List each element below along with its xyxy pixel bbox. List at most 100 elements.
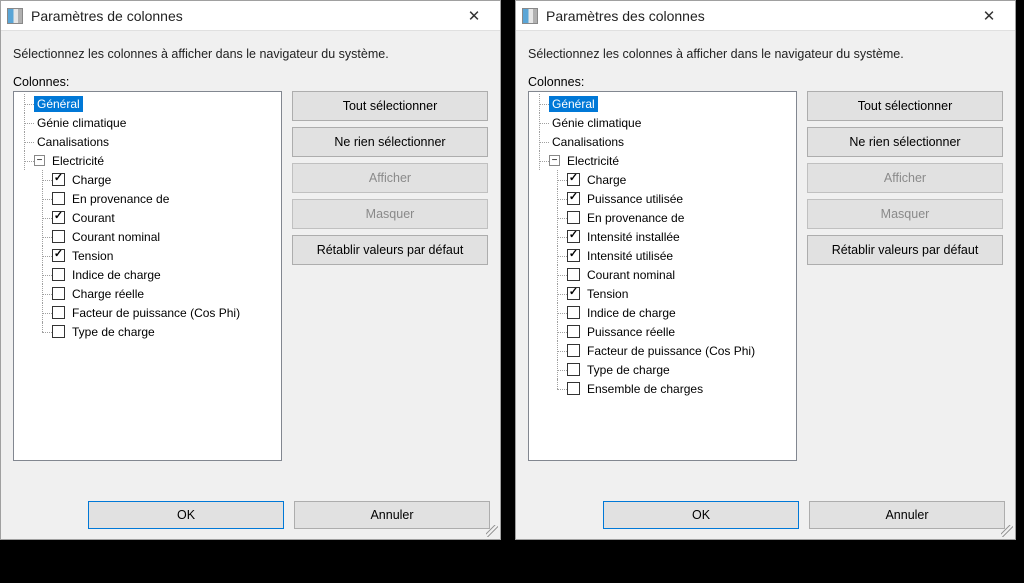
tree-node-label[interactable]: Facteur de puissance (Cos Phi) (584, 343, 758, 359)
tree-node[interactable]: En provenance de (16, 189, 279, 208)
resize-grip[interactable] (486, 525, 498, 537)
tree-checkbox[interactable] (52, 249, 65, 262)
tree-node[interactable]: Charge réelle (16, 284, 279, 303)
tree-node[interactable]: Courant (16, 208, 279, 227)
cancel-button[interactable]: Annuler (294, 501, 490, 529)
select-none-button[interactable]: Ne rien sélectionner (292, 127, 488, 157)
tree-node[interactable]: Général (531, 94, 794, 113)
tree-checkbox[interactable] (52, 306, 65, 319)
tree-node-label[interactable]: En provenance de (69, 191, 172, 207)
tree-checkbox[interactable] (567, 211, 580, 224)
tree-node-label[interactable]: Charge réelle (69, 286, 147, 302)
columns-label: Colonnes: (13, 75, 488, 89)
tree-node-label[interactable]: Puissance réelle (584, 324, 678, 340)
tree-node[interactable]: Facteur de puissance (Cos Phi) (16, 303, 279, 322)
tree-node[interactable]: Général (16, 94, 279, 113)
tree-checkbox[interactable] (567, 306, 580, 319)
tree-node-label[interactable]: Electricité (564, 153, 622, 169)
tree-node-label[interactable]: Charge (584, 172, 629, 188)
tree-node-label[interactable]: Facteur de puissance (Cos Phi) (69, 305, 243, 321)
tree-node-label[interactable]: Canalisations (549, 134, 627, 150)
expander-icon[interactable]: − (549, 155, 560, 166)
tree-node-label[interactable]: Courant nominal (584, 267, 678, 283)
tree-checkbox[interactable] (52, 173, 65, 186)
tree-checkbox[interactable] (567, 173, 580, 186)
tree-node[interactable]: Indice de charge (16, 265, 279, 284)
tree-checkbox[interactable] (567, 382, 580, 395)
tree-checkbox[interactable] (567, 268, 580, 281)
tree-node[interactable]: −Electricité (16, 151, 279, 170)
ok-button[interactable]: OK (88, 501, 284, 529)
tree-node-label[interactable]: Type de charge (584, 362, 673, 378)
cancel-button[interactable]: Annuler (809, 501, 1005, 529)
tree-checkbox[interactable] (567, 325, 580, 338)
tree-node-label[interactable]: En provenance de (584, 210, 687, 226)
tree-node-label[interactable]: Général (549, 96, 598, 112)
tree-node-label[interactable]: Courant nominal (69, 229, 163, 245)
tree-node-label[interactable]: Tension (584, 286, 631, 302)
tree-node[interactable]: Intensité utilisée (531, 246, 794, 265)
tree-node[interactable]: Indice de charge (531, 303, 794, 322)
tree-node[interactable]: Génie climatique (16, 113, 279, 132)
tree-checkbox[interactable] (567, 344, 580, 357)
tree-checkbox[interactable] (567, 287, 580, 300)
tree-node-label[interactable]: Génie climatique (34, 115, 129, 131)
tree-checkbox[interactable] (567, 363, 580, 376)
columns-tree[interactable]: GénéralGénie climatiqueCanalisations−Ele… (13, 91, 282, 461)
tree-checkbox[interactable] (52, 230, 65, 243)
tree-checkbox[interactable] (52, 211, 65, 224)
instruction-text: Sélectionnez les colonnes à afficher dan… (528, 47, 1003, 61)
tree-node[interactable]: Facteur de puissance (Cos Phi) (531, 341, 794, 360)
tree-node-label[interactable]: Type de charge (69, 324, 158, 340)
tree-node-label[interactable]: Puissance utilisée (584, 191, 686, 207)
tree-node-label[interactable]: Intensité utilisée (584, 248, 676, 264)
tree-node[interactable]: Tension (531, 284, 794, 303)
reset-defaults-button[interactable]: Rétablir valeurs par défaut (292, 235, 488, 265)
tree-node-label[interactable]: Courant (69, 210, 118, 226)
tree-checkbox[interactable] (567, 192, 580, 205)
tree-node[interactable]: Canalisations (531, 132, 794, 151)
tree-checkbox[interactable] (52, 287, 65, 300)
tree-node[interactable]: Puissance utilisée (531, 189, 794, 208)
tree-node[interactable]: Charge (531, 170, 794, 189)
resize-grip[interactable] (1001, 525, 1013, 537)
tree-checkbox[interactable] (52, 268, 65, 281)
close-button[interactable]: ✕ (454, 3, 494, 29)
tree-node[interactable]: Ensemble de charges (531, 379, 794, 398)
close-button[interactable]: ✕ (969, 3, 1009, 29)
tree-node[interactable]: Tension (16, 246, 279, 265)
tree-node[interactable]: En provenance de (531, 208, 794, 227)
tree-node[interactable]: Intensité installée (531, 227, 794, 246)
tree-node-label[interactable]: Tension (69, 248, 116, 264)
tree-node-label[interactable]: Indice de charge (584, 305, 679, 321)
tree-node-label[interactable]: Canalisations (34, 134, 112, 150)
tree-node[interactable]: −Electricité (531, 151, 794, 170)
select-none-button[interactable]: Ne rien sélectionner (807, 127, 1003, 157)
tree-checkbox[interactable] (52, 325, 65, 338)
tree-checkbox[interactable] (567, 249, 580, 262)
dialog-title: Paramètres de colonnes (31, 8, 454, 24)
tree-node[interactable]: Canalisations (16, 132, 279, 151)
expander-icon[interactable]: − (34, 155, 45, 166)
tree-node-label[interactable]: Electricité (49, 153, 107, 169)
tree-node-label[interactable]: Général (34, 96, 83, 112)
select-all-button[interactable]: Tout sélectionner (292, 91, 488, 121)
tree-node-label[interactable]: Intensité installée (584, 229, 683, 245)
tree-node[interactable]: Puissance réelle (531, 322, 794, 341)
select-all-button[interactable]: Tout sélectionner (807, 91, 1003, 121)
tree-node[interactable]: Courant nominal (16, 227, 279, 246)
tree-node[interactable]: Courant nominal (531, 265, 794, 284)
tree-node-label[interactable]: Indice de charge (69, 267, 164, 283)
tree-node-label[interactable]: Génie climatique (549, 115, 644, 131)
tree-node[interactable]: Type de charge (531, 360, 794, 379)
tree-checkbox[interactable] (52, 192, 65, 205)
ok-button[interactable]: OK (603, 501, 799, 529)
tree-node[interactable]: Charge (16, 170, 279, 189)
tree-node[interactable]: Type de charge (16, 322, 279, 341)
tree-node-label[interactable]: Charge (69, 172, 114, 188)
columns-tree[interactable]: GénéralGénie climatiqueCanalisations−Ele… (528, 91, 797, 461)
tree-node-label[interactable]: Ensemble de charges (584, 381, 706, 397)
tree-checkbox[interactable] (567, 230, 580, 243)
reset-defaults-button[interactable]: Rétablir valeurs par défaut (807, 235, 1003, 265)
tree-node[interactable]: Génie climatique (531, 113, 794, 132)
